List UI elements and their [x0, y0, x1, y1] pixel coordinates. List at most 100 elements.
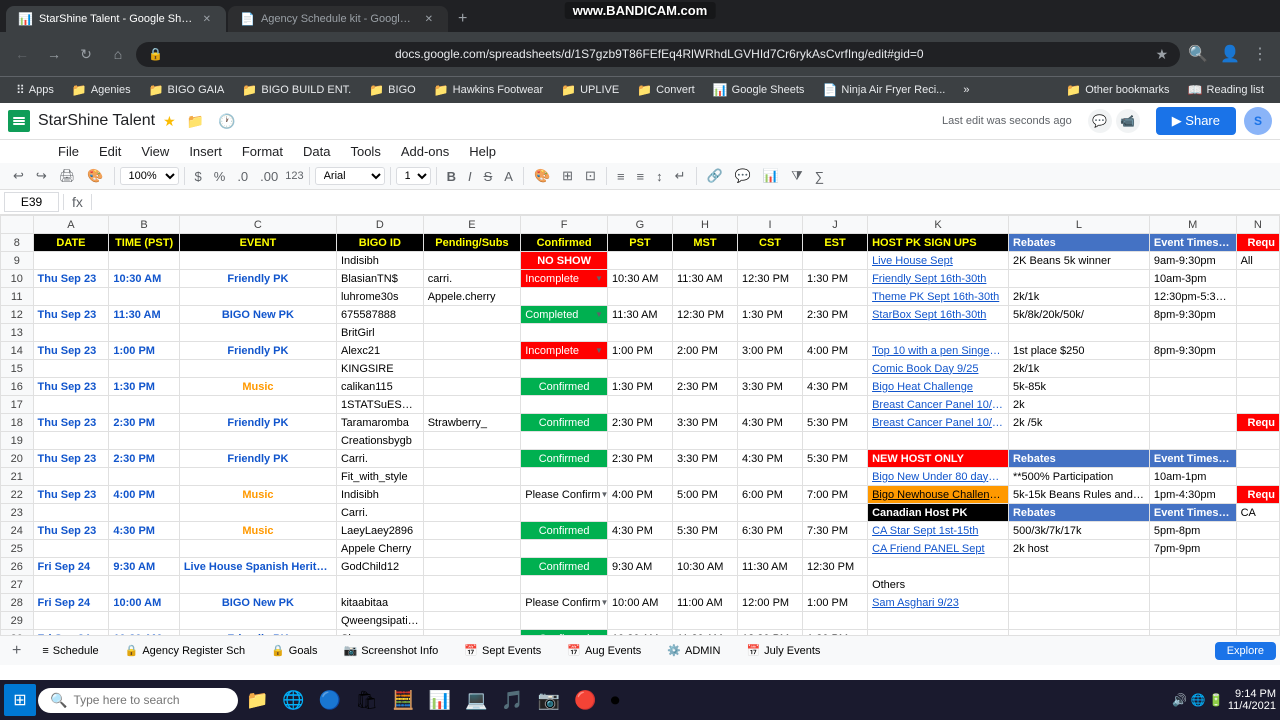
cell-a13[interactable]: [33, 324, 109, 342]
cell-f13[interactable]: [521, 324, 608, 342]
cell-g26[interactable]: 9:30 AM: [607, 558, 672, 576]
taskbar-search-box[interactable]: 🔍: [38, 688, 238, 713]
cell-f24[interactable]: Confirmed: [521, 522, 608, 540]
col-header-n[interactable]: N: [1236, 216, 1279, 234]
cell-b10[interactable]: 10:30 AM: [109, 270, 179, 288]
col-header-l[interactable]: L: [1008, 216, 1149, 234]
cell-j18[interactable]: 5:30 PM: [803, 414, 868, 432]
cell-m20[interactable]: Event Times (PST): [1149, 450, 1236, 468]
cell-g18[interactable]: 2:30 PM: [607, 414, 672, 432]
cell-b13[interactable]: [109, 324, 179, 342]
tab-close-1[interactable]: ✕: [200, 13, 214, 26]
decrease-decimal-button[interactable]: .0: [232, 166, 253, 187]
cell-j28[interactable]: 1:00 PM: [803, 594, 868, 612]
cell-g24[interactable]: 4:30 PM: [607, 522, 672, 540]
cell-i28[interactable]: 12:00 PM: [738, 594, 803, 612]
sheet-tab-screenshot[interactable]: 📷 Screenshot Info: [331, 637, 452, 665]
cell-n29[interactable]: [1236, 612, 1279, 630]
cell-k22[interactable]: Bigo Newhouse Challenge First 20 days: [868, 486, 1009, 504]
cell-c10[interactable]: Friendly PK: [179, 270, 336, 288]
formula-input[interactable]: [96, 193, 1276, 211]
cell-i10[interactable]: 12:30 PM: [738, 270, 803, 288]
bookmark-bigo[interactable]: 📁 BIGO: [361, 80, 423, 100]
cell-h27[interactable]: [672, 576, 737, 594]
col-header-k[interactable]: K: [868, 216, 1009, 234]
cell-b18[interactable]: 2:30 PM: [109, 414, 179, 432]
cell-c28[interactable]: BIGO New PK: [179, 594, 336, 612]
cell-m15[interactable]: [1149, 360, 1236, 378]
cell-f16[interactable]: Confirmed: [521, 378, 608, 396]
cell-n20[interactable]: [1236, 450, 1279, 468]
cell-l13[interactable]: [1008, 324, 1149, 342]
cell-n12[interactable]: [1236, 306, 1279, 324]
borders-button[interactable]: ⊞: [557, 165, 578, 187]
cell-a26[interactable]: Fri Sep 24: [33, 558, 109, 576]
cell-l16[interactable]: 5k-85k: [1008, 378, 1149, 396]
cell-n27[interactable]: [1236, 576, 1279, 594]
cell-j27[interactable]: [803, 576, 868, 594]
share-button[interactable]: ▶ Share: [1156, 107, 1236, 135]
cell-f12[interactable]: Completed ▼: [521, 306, 608, 324]
cell-j15[interactable]: [803, 360, 868, 378]
cell-a23[interactable]: [33, 504, 109, 522]
cell-g20[interactable]: 2:30 PM: [607, 450, 672, 468]
cell-f10[interactable]: Incomplete ▼: [521, 270, 608, 288]
taskbar-app-5[interactable]: 📊: [423, 686, 457, 715]
cell-e23[interactable]: [423, 504, 521, 522]
cell-b16[interactable]: 1:30 PM: [109, 378, 179, 396]
formula-button[interactable]: ∑: [810, 166, 829, 187]
cell-i16[interactable]: 3:30 PM: [738, 378, 803, 396]
cell-d21[interactable]: Fit_with_style: [336, 468, 423, 486]
undo-button[interactable]: ↩: [8, 165, 29, 187]
col-header-m[interactable]: M: [1149, 216, 1236, 234]
cell-e22[interactable]: [423, 486, 521, 504]
taskbar-chrome[interactable]: 🔵: [313, 686, 347, 715]
cell-h22[interactable]: 5:00 PM: [672, 486, 737, 504]
col-header-b[interactable]: B: [109, 216, 179, 234]
sheet-tab-goals[interactable]: 🔒 Goals: [258, 637, 330, 665]
cell-g19[interactable]: [607, 432, 672, 450]
cell-c16[interactable]: Music: [179, 378, 336, 396]
cell-n18[interactable]: Requ: [1236, 414, 1279, 432]
cell-h13[interactable]: [672, 324, 737, 342]
zoom-selector[interactable]: 100%: [120, 167, 179, 185]
cell-h11[interactable]: [672, 288, 737, 306]
star-button[interactable]: ★: [163, 113, 176, 130]
cell-k24[interactable]: CA Star Sept 1st-15th: [868, 522, 1009, 540]
font-selector[interactable]: Arial: [315, 167, 385, 185]
cell-f9[interactable]: NO SHOW: [521, 252, 608, 270]
cell-a20[interactable]: Thu Sep 23: [33, 450, 109, 468]
cell-f17[interactable]: [521, 396, 608, 414]
cell-k16[interactable]: Bigo Heat Challenge: [868, 378, 1009, 396]
cell-a12[interactable]: Thu Sep 23: [33, 306, 109, 324]
cell-m18[interactable]: [1149, 414, 1236, 432]
col-header-a[interactable]: A: [33, 216, 109, 234]
cell-i26[interactable]: 11:30 AM: [738, 558, 803, 576]
cell-a16[interactable]: Thu Sep 23: [33, 378, 109, 396]
cell-k23[interactable]: Canadian Host PK: [868, 504, 1009, 522]
cell-c22[interactable]: Music: [179, 486, 336, 504]
cell-l21[interactable]: **500% Participation: [1008, 468, 1149, 486]
cell-k10[interactable]: Friendly Sept 16th-30th: [868, 270, 1009, 288]
comment-btn[interactable]: 💬: [730, 165, 756, 187]
comment-icon[interactable]: 💬: [1088, 109, 1112, 133]
cell-l12[interactable]: 5k/8k/20k/50k/: [1008, 306, 1149, 324]
folder-icon-btn[interactable]: 📁: [184, 110, 207, 133]
cell-g15[interactable]: [607, 360, 672, 378]
cell-l20[interactable]: Rebates: [1008, 450, 1149, 468]
cell-l27[interactable]: [1008, 576, 1149, 594]
cell-n28[interactable]: [1236, 594, 1279, 612]
cell-j9[interactable]: [803, 252, 868, 270]
cell-k19[interactable]: [868, 432, 1009, 450]
cell-c18[interactable]: Friendly PK: [179, 414, 336, 432]
cell-f19[interactable]: [521, 432, 608, 450]
cell-d28[interactable]: kitaabitaa: [336, 594, 423, 612]
cell-j16[interactable]: 4:30 PM: [803, 378, 868, 396]
cell-g25[interactable]: [607, 540, 672, 558]
cell-a14[interactable]: Thu Sep 23: [33, 342, 109, 360]
cell-n14[interactable]: [1236, 342, 1279, 360]
cell-g14[interactable]: 1:00 PM: [607, 342, 672, 360]
menu-view[interactable]: View: [133, 140, 177, 163]
cell-h9[interactable]: [672, 252, 737, 270]
cell-j23[interactable]: [803, 504, 868, 522]
